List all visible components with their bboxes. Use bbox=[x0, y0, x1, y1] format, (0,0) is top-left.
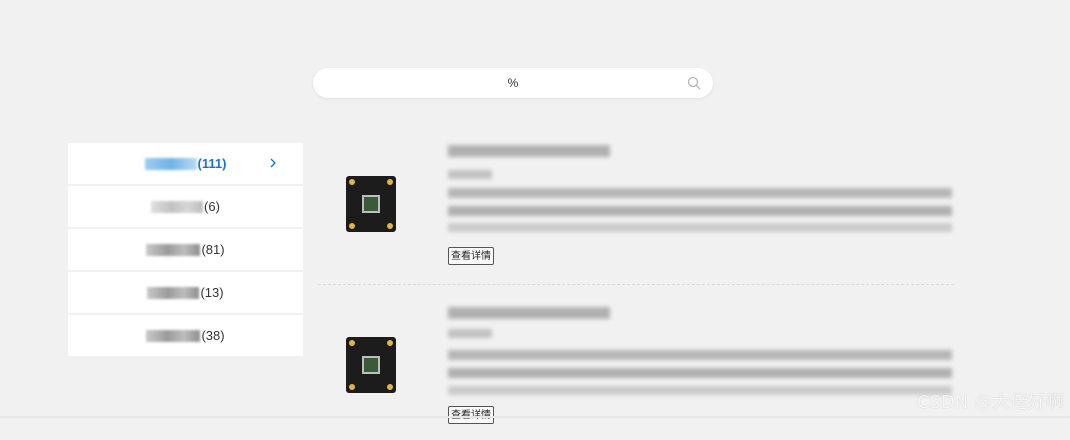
product-image[interactable] bbox=[346, 176, 396, 232]
category-name-redacted bbox=[151, 200, 204, 213]
category-count: (13) bbox=[200, 285, 224, 300]
category-item-2[interactable]: (6) bbox=[68, 186, 303, 227]
product-list: 查看详情 查看详情 bbox=[318, 130, 954, 440]
product-title-redacted bbox=[448, 307, 610, 319]
category-item-1[interactable]: (111) bbox=[68, 143, 303, 184]
category-name-redacted bbox=[146, 243, 201, 256]
product-divider bbox=[318, 284, 954, 285]
category-item-5[interactable]: (38) bbox=[68, 315, 303, 356]
product-desc-redacted bbox=[448, 223, 952, 232]
search-input[interactable]: % bbox=[313, 68, 713, 98]
product-desc-redacted bbox=[448, 386, 952, 395]
product-desc-redacted bbox=[448, 206, 952, 216]
product-desc-redacted bbox=[448, 368, 952, 378]
search-bar[interactable]: % bbox=[313, 68, 713, 98]
category-count: (111) bbox=[197, 156, 227, 171]
category-count: (6) bbox=[204, 199, 220, 214]
category-sidebar: (111) (6) (81) (13) (38) bbox=[68, 143, 303, 358]
search-icon[interactable] bbox=[687, 76, 701, 90]
product-image[interactable] bbox=[346, 337, 396, 393]
product-item: 查看详情 bbox=[318, 130, 954, 285]
category-count: (38) bbox=[201, 328, 225, 343]
product-subtitle-redacted bbox=[448, 170, 492, 179]
category-item-4[interactable]: (13) bbox=[68, 272, 303, 313]
chevron-right-icon bbox=[270, 158, 276, 168]
category-item-3[interactable]: (81) bbox=[68, 229, 303, 270]
product-desc-redacted bbox=[448, 188, 952, 198]
product-desc-redacted bbox=[448, 350, 952, 360]
view-details-button[interactable]: 查看详情 bbox=[448, 406, 494, 424]
view-details-button[interactable]: 查看详情 bbox=[448, 247, 494, 265]
category-name-redacted bbox=[144, 157, 197, 170]
category-name-redacted bbox=[147, 286, 200, 299]
product-title-redacted bbox=[448, 145, 610, 157]
category-count: (81) bbox=[201, 242, 225, 257]
watermark-text: CSDN @大佬好啊 bbox=[916, 392, 1064, 413]
category-name-redacted bbox=[146, 329, 201, 342]
product-subtitle-redacted bbox=[448, 329, 492, 338]
